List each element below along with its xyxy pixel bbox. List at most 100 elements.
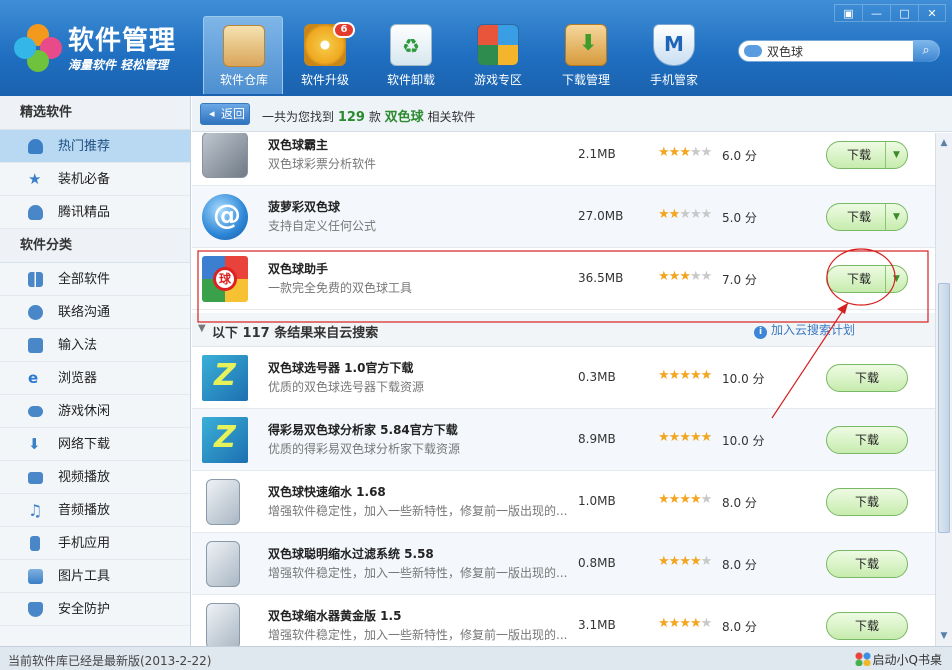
collapse-triangle-icon[interactable]: ▼: [198, 323, 206, 334]
scrollbar[interactable]: ▲ ▼: [935, 133, 952, 646]
hand-pointer-icon: [28, 139, 43, 154]
sidebar-item-label: 全部软件: [58, 272, 111, 287]
nav-label: 下载管理: [561, 73, 610, 87]
music-note-icon: ♫: [28, 501, 43, 520]
rating-stars: ★★★★★: [658, 145, 713, 160]
sidebar-item-label: 热门推荐: [58, 139, 111, 154]
sidebar-item-security[interactable]: 安全防护: [0, 593, 190, 626]
app-score: 8.0 分: [722, 558, 757, 572]
star-filled-icon: ★: [679, 145, 691, 160]
result-row[interactable]: 双色球快速缩水 1.68 增强软件稳定性，加入一些新特性，修复前一版出现的...…: [192, 471, 935, 533]
rating-stars: ★★★★★: [658, 430, 712, 445]
scroll-up-arrow-icon[interactable]: ▲: [936, 135, 952, 151]
sidebar-item-ime[interactable]: 输入法: [0, 329, 190, 362]
sidebar-item-games[interactable]: 游戏休闲: [0, 395, 190, 428]
sidebar-item-download[interactable]: ⬇ 网络下载: [0, 428, 190, 461]
star-filled-icon: ★: [668, 145, 681, 160]
app-size: 0.3MB: [578, 370, 616, 384]
result-row[interactable]: 球 双色球助手 一款完全免费的双色球工具 36.5MB ★★★★★ 7.0 分 …: [192, 248, 935, 310]
search-input[interactable]: [767, 43, 907, 59]
download-button[interactable]: 下载: [826, 612, 908, 640]
nav-software-store[interactable]: 软件仓库: [203, 16, 283, 94]
scroll-thumb[interactable]: [938, 283, 950, 533]
sidebar-item-image[interactable]: 图片工具: [0, 560, 190, 593]
penguin-icon: [28, 205, 43, 220]
star-filled-icon: ★: [689, 492, 702, 507]
results-bar: 返回 一共为您找到 129 款 双色球 相关软件: [192, 96, 952, 132]
sidebar-item-audio[interactable]: ♫ 音频播放: [0, 494, 190, 527]
app-desc: 增强软件稳定性，加入一些新特性，修复前一版出现的...: [268, 504, 568, 518]
sidebar-item-mobile[interactable]: 手机应用: [0, 527, 190, 560]
sidebar-item-essentials[interactable]: ★ 装机必备: [0, 163, 190, 196]
sidebar-item-label: 安全防护: [58, 602, 111, 617]
mobile-icon: [30, 536, 40, 551]
app-desc: 双色球彩票分析软件: [268, 157, 377, 171]
nav-software-upgrade[interactable]: 6 软件升级: [285, 16, 365, 94]
app-size: 3.1MB: [578, 618, 616, 632]
sidebar-item-hot[interactable]: 热门推荐: [0, 130, 190, 163]
cloud-icon: [744, 45, 762, 57]
lottery-pc-icon: [202, 133, 248, 178]
nav-label: 软件卸载: [386, 73, 435, 87]
result-row[interactable]: 双色球聪明缩水过滤系统 5.58 增强软件稳定性，加入一些新特性，修复前一版出现…: [192, 533, 935, 595]
result-row[interactable]: Z 双色球选号器 1.0官方下载 优质的双色球选号器下载资源 0.3MB ★★★…: [192, 347, 935, 409]
sidebar-item-tencent[interactable]: 腾讯精品: [0, 196, 190, 229]
sidebar-item-label: 联络沟通: [58, 305, 111, 320]
nav-label: 软件升级: [300, 73, 349, 87]
sidebar: 精选软件 热门推荐 ★ 装机必备 腾讯精品 软件分类 全部软件 联络沟通 输入法 …: [0, 96, 191, 646]
join-cloud-plan-label: 加入云搜索计划: [771, 323, 856, 337]
maximize-button[interactable]: □: [890, 4, 918, 22]
chevron-down-icon[interactable]: ▼: [885, 142, 907, 168]
star-filled-icon: ★: [668, 368, 681, 383]
download-icon: ⬇: [28, 435, 41, 453]
result-row[interactable]: 双色球缩水器黄金版 1.5 增强软件稳定性，加入一些新特性，修复前一版出现的..…: [192, 595, 935, 646]
chevron-down-icon[interactable]: ▼: [885, 266, 907, 292]
close-button[interactable]: ✕: [918, 4, 946, 22]
nav-download-manager[interactable]: ⬇ 下载管理: [546, 16, 626, 94]
star-filled-icon: ★: [689, 430, 702, 445]
app-score: 10.0 分: [722, 372, 765, 386]
download-button[interactable]: 下载 ▼: [826, 265, 908, 293]
download-button[interactable]: 下载: [826, 426, 908, 454]
minimize-button[interactable]: —: [862, 4, 890, 22]
app-score: 7.0 分: [722, 273, 757, 287]
download-button[interactable]: 下载: [826, 488, 908, 516]
star-filled-icon: ★: [658, 145, 670, 160]
back-button[interactable]: 返回: [200, 103, 250, 125]
nav-phone-manager[interactable]: M 手机管家: [634, 16, 714, 94]
scroll-down-arrow-icon[interactable]: ▼: [936, 628, 952, 644]
sidebar-item-chat[interactable]: 联络沟通: [0, 296, 190, 329]
result-row[interactable]: @ 菠萝彩双色球 支持自定义任何公式 27.0MB ★★★★★ 5.0 分 下载…: [192, 186, 935, 248]
download-button[interactable]: 下载: [826, 364, 908, 392]
star-filled-icon: ★: [658, 616, 670, 631]
installer-icon: [206, 603, 240, 646]
app-size: 27.0MB: [578, 209, 624, 223]
download-button[interactable]: 下载 ▼: [826, 203, 908, 231]
star-empty-icon: ★: [700, 145, 713, 160]
menu-button[interactable]: ▣: [834, 4, 862, 22]
chevron-down-icon[interactable]: ▼: [885, 204, 907, 230]
sidebar-item-video[interactable]: 视频播放: [0, 461, 190, 494]
nav-label: 游戏专区: [473, 73, 522, 87]
download-button[interactable]: 下载 ▼: [826, 141, 908, 169]
star-filled-icon: ★: [689, 368, 702, 383]
download-button[interactable]: 下载: [826, 550, 908, 578]
result-row[interactable]: Z 得彩易双色球分析家 5.84官方下载 优质的得彩易双色球分析家下载资源 8.…: [192, 409, 935, 471]
result-count: 129: [337, 110, 365, 125]
sidebar-item-all[interactable]: 全部软件: [0, 263, 190, 296]
app-size: 8.9MB: [578, 432, 616, 446]
nav-games[interactable]: 游戏专区: [458, 16, 538, 94]
search-button[interactable]: ⌕: [913, 40, 939, 62]
result-row[interactable]: 双色球霸主 双色球彩票分析软件 2.1MB ★★★★★ 6.0 分 下载 ▼: [192, 133, 935, 186]
rating-stars: ★★★★★: [658, 269, 712, 284]
app-name: 双色球快速缩水 1.68: [268, 485, 386, 499]
join-cloud-plan-link[interactable]: i 加入云搜索计划: [754, 321, 855, 339]
star-filled-icon: ★: [658, 554, 670, 569]
sidebar-item-browser[interactable]: e 浏览器: [0, 362, 190, 395]
nav-software-uninstall[interactable]: ♻ 软件卸载: [371, 16, 451, 94]
star-filled-icon: ★: [679, 616, 691, 631]
keyboard-icon: [28, 338, 43, 353]
star-filled-icon: ★: [668, 554, 681, 569]
cloud-search-header: ▼ 以下 117 条结果来自云搜索 i 加入云搜索计划: [192, 313, 935, 347]
launch-qdesk-link[interactable]: 启动小Q书桌: [854, 651, 942, 668]
